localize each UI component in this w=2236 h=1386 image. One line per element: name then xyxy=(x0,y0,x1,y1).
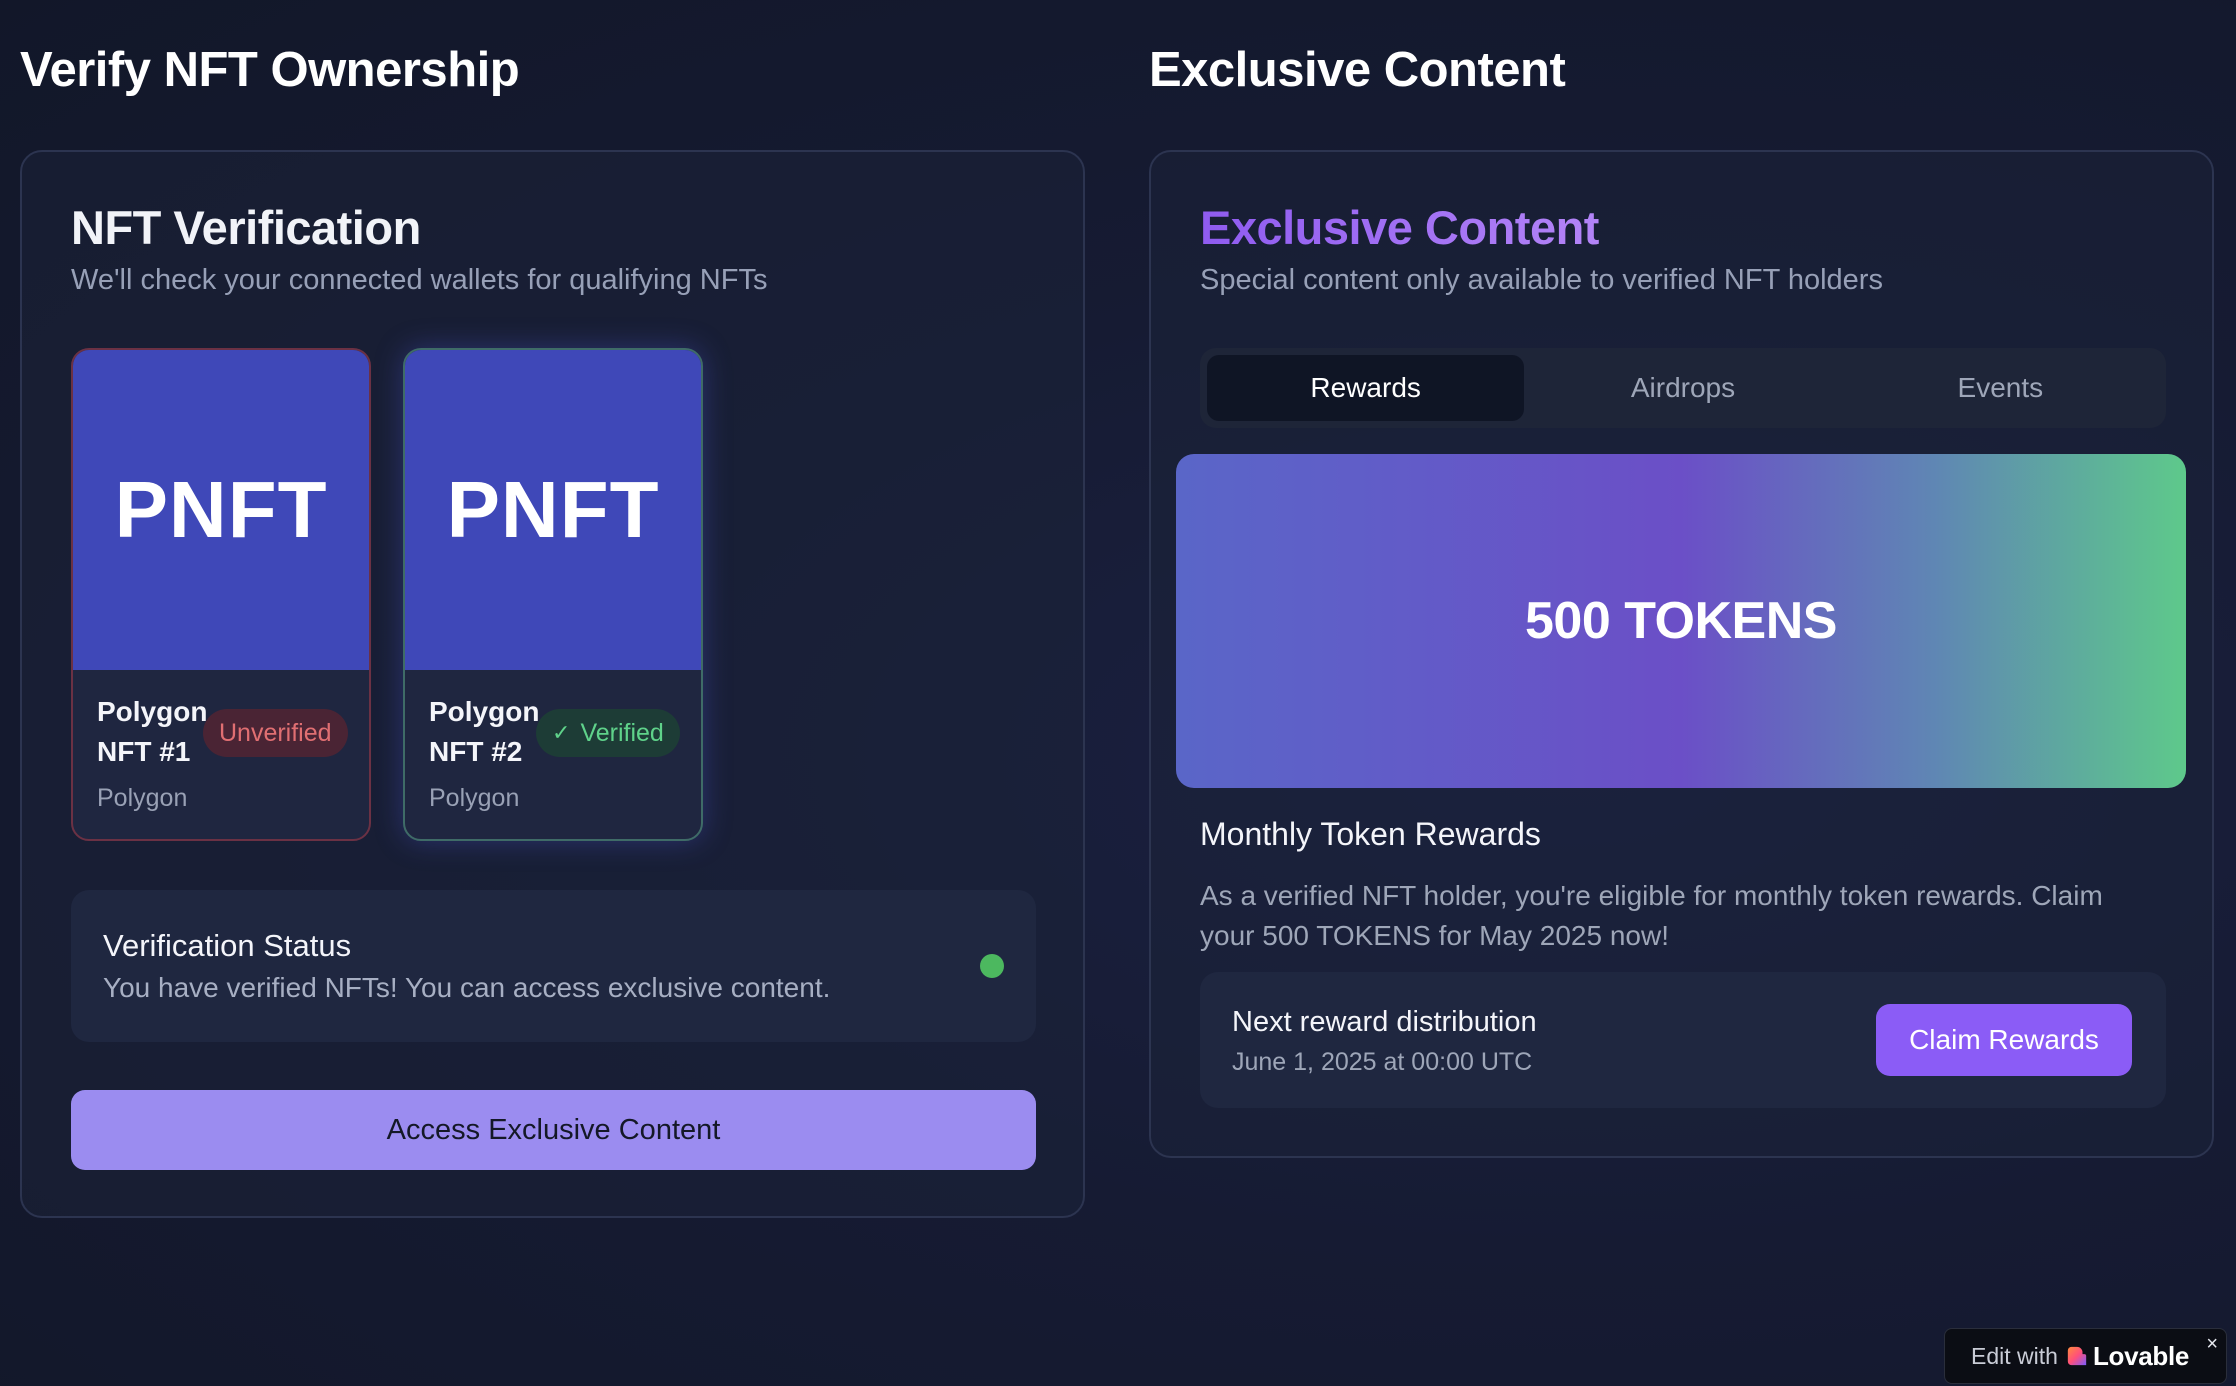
claim-rewards-button[interactable]: Claim Rewards xyxy=(1876,1004,2132,1076)
nft-chain: Polygon xyxy=(429,784,520,812)
nft-card-1[interactable]: PNFT Polygon NFT #1 Unverified Polygon xyxy=(71,348,371,841)
verified-badge: ✓ Verified xyxy=(536,709,680,757)
status-indicator-dot xyxy=(980,954,1004,978)
panel-subtitle: Special content only available to verifi… xyxy=(1200,264,1883,296)
edit-with-lovable-badge[interactable]: Edit with Lovable × xyxy=(1944,1328,2227,1384)
nft-verification-panel: NFT Verification We'll check your connec… xyxy=(20,150,1085,1218)
verify-nft-ownership-heading: Verify NFT Ownership xyxy=(20,43,520,97)
badge-label: Verified xyxy=(580,718,664,747)
nft-artwork: PNFT xyxy=(73,350,369,670)
nft-card-2[interactable]: PNFT Polygon NFT #2 ✓ Verified Polygon xyxy=(403,348,703,841)
unverified-badge: Unverified xyxy=(203,709,348,757)
badge-label: Unverified xyxy=(219,718,332,747)
verification-status-box: Verification Status You have verified NF… xyxy=(71,890,1036,1042)
nft-chain: Polygon xyxy=(97,784,188,812)
exclusive-content-panel: Exclusive Content Special content only a… xyxy=(1149,150,2214,1158)
distribution-title: Next reward distribution xyxy=(1232,1006,1537,1038)
status-message: You have verified NFTs! You can access e… xyxy=(103,972,831,1003)
rewards-description: As a verified NFT holder, you're eligibl… xyxy=(1200,880,2103,951)
access-exclusive-content-button[interactable]: Access Exclusive Content xyxy=(71,1090,1036,1170)
nft-name: Polygon NFT #1 xyxy=(97,696,208,767)
lovable-logo-icon xyxy=(2067,1346,2087,1366)
nft-artwork: PNFT xyxy=(405,350,701,670)
distribution-date: June 1, 2025 at 00:00 UTC xyxy=(1232,1048,1533,1076)
lovable-brand: Lovable xyxy=(2092,1340,2190,1371)
edit-with-label: Edit with xyxy=(1971,1342,2058,1369)
reward-amount: 500 TOKENS xyxy=(1525,592,1837,650)
rewards-heading: Monthly Token Rewards xyxy=(1200,816,1541,852)
tab-airdrops[interactable]: Airdrops xyxy=(1524,355,1841,421)
nft-name: Polygon NFT #2 xyxy=(429,696,540,767)
check-icon: ✓ xyxy=(552,720,571,745)
panel-subtitle: We'll check your connected wallets for q… xyxy=(71,264,768,296)
exclusive-content-heading: Exclusive Content xyxy=(1149,43,1566,97)
close-icon[interactable]: × xyxy=(2206,1333,2218,1356)
reward-banner: 500 TOKENS xyxy=(1176,454,2186,788)
panel-title: NFT Verification xyxy=(71,201,421,254)
tab-events[interactable]: Events xyxy=(1842,355,2159,421)
panel-title: Exclusive Content xyxy=(1200,201,1599,254)
next-distribution-box: Next reward distribution June 1, 2025 at… xyxy=(1200,972,2166,1108)
tab-rewards[interactable]: Rewards xyxy=(1207,355,1525,421)
status-title: Verification Status xyxy=(103,928,352,963)
content-tabs: Rewards Airdrops Events xyxy=(1200,348,2166,428)
